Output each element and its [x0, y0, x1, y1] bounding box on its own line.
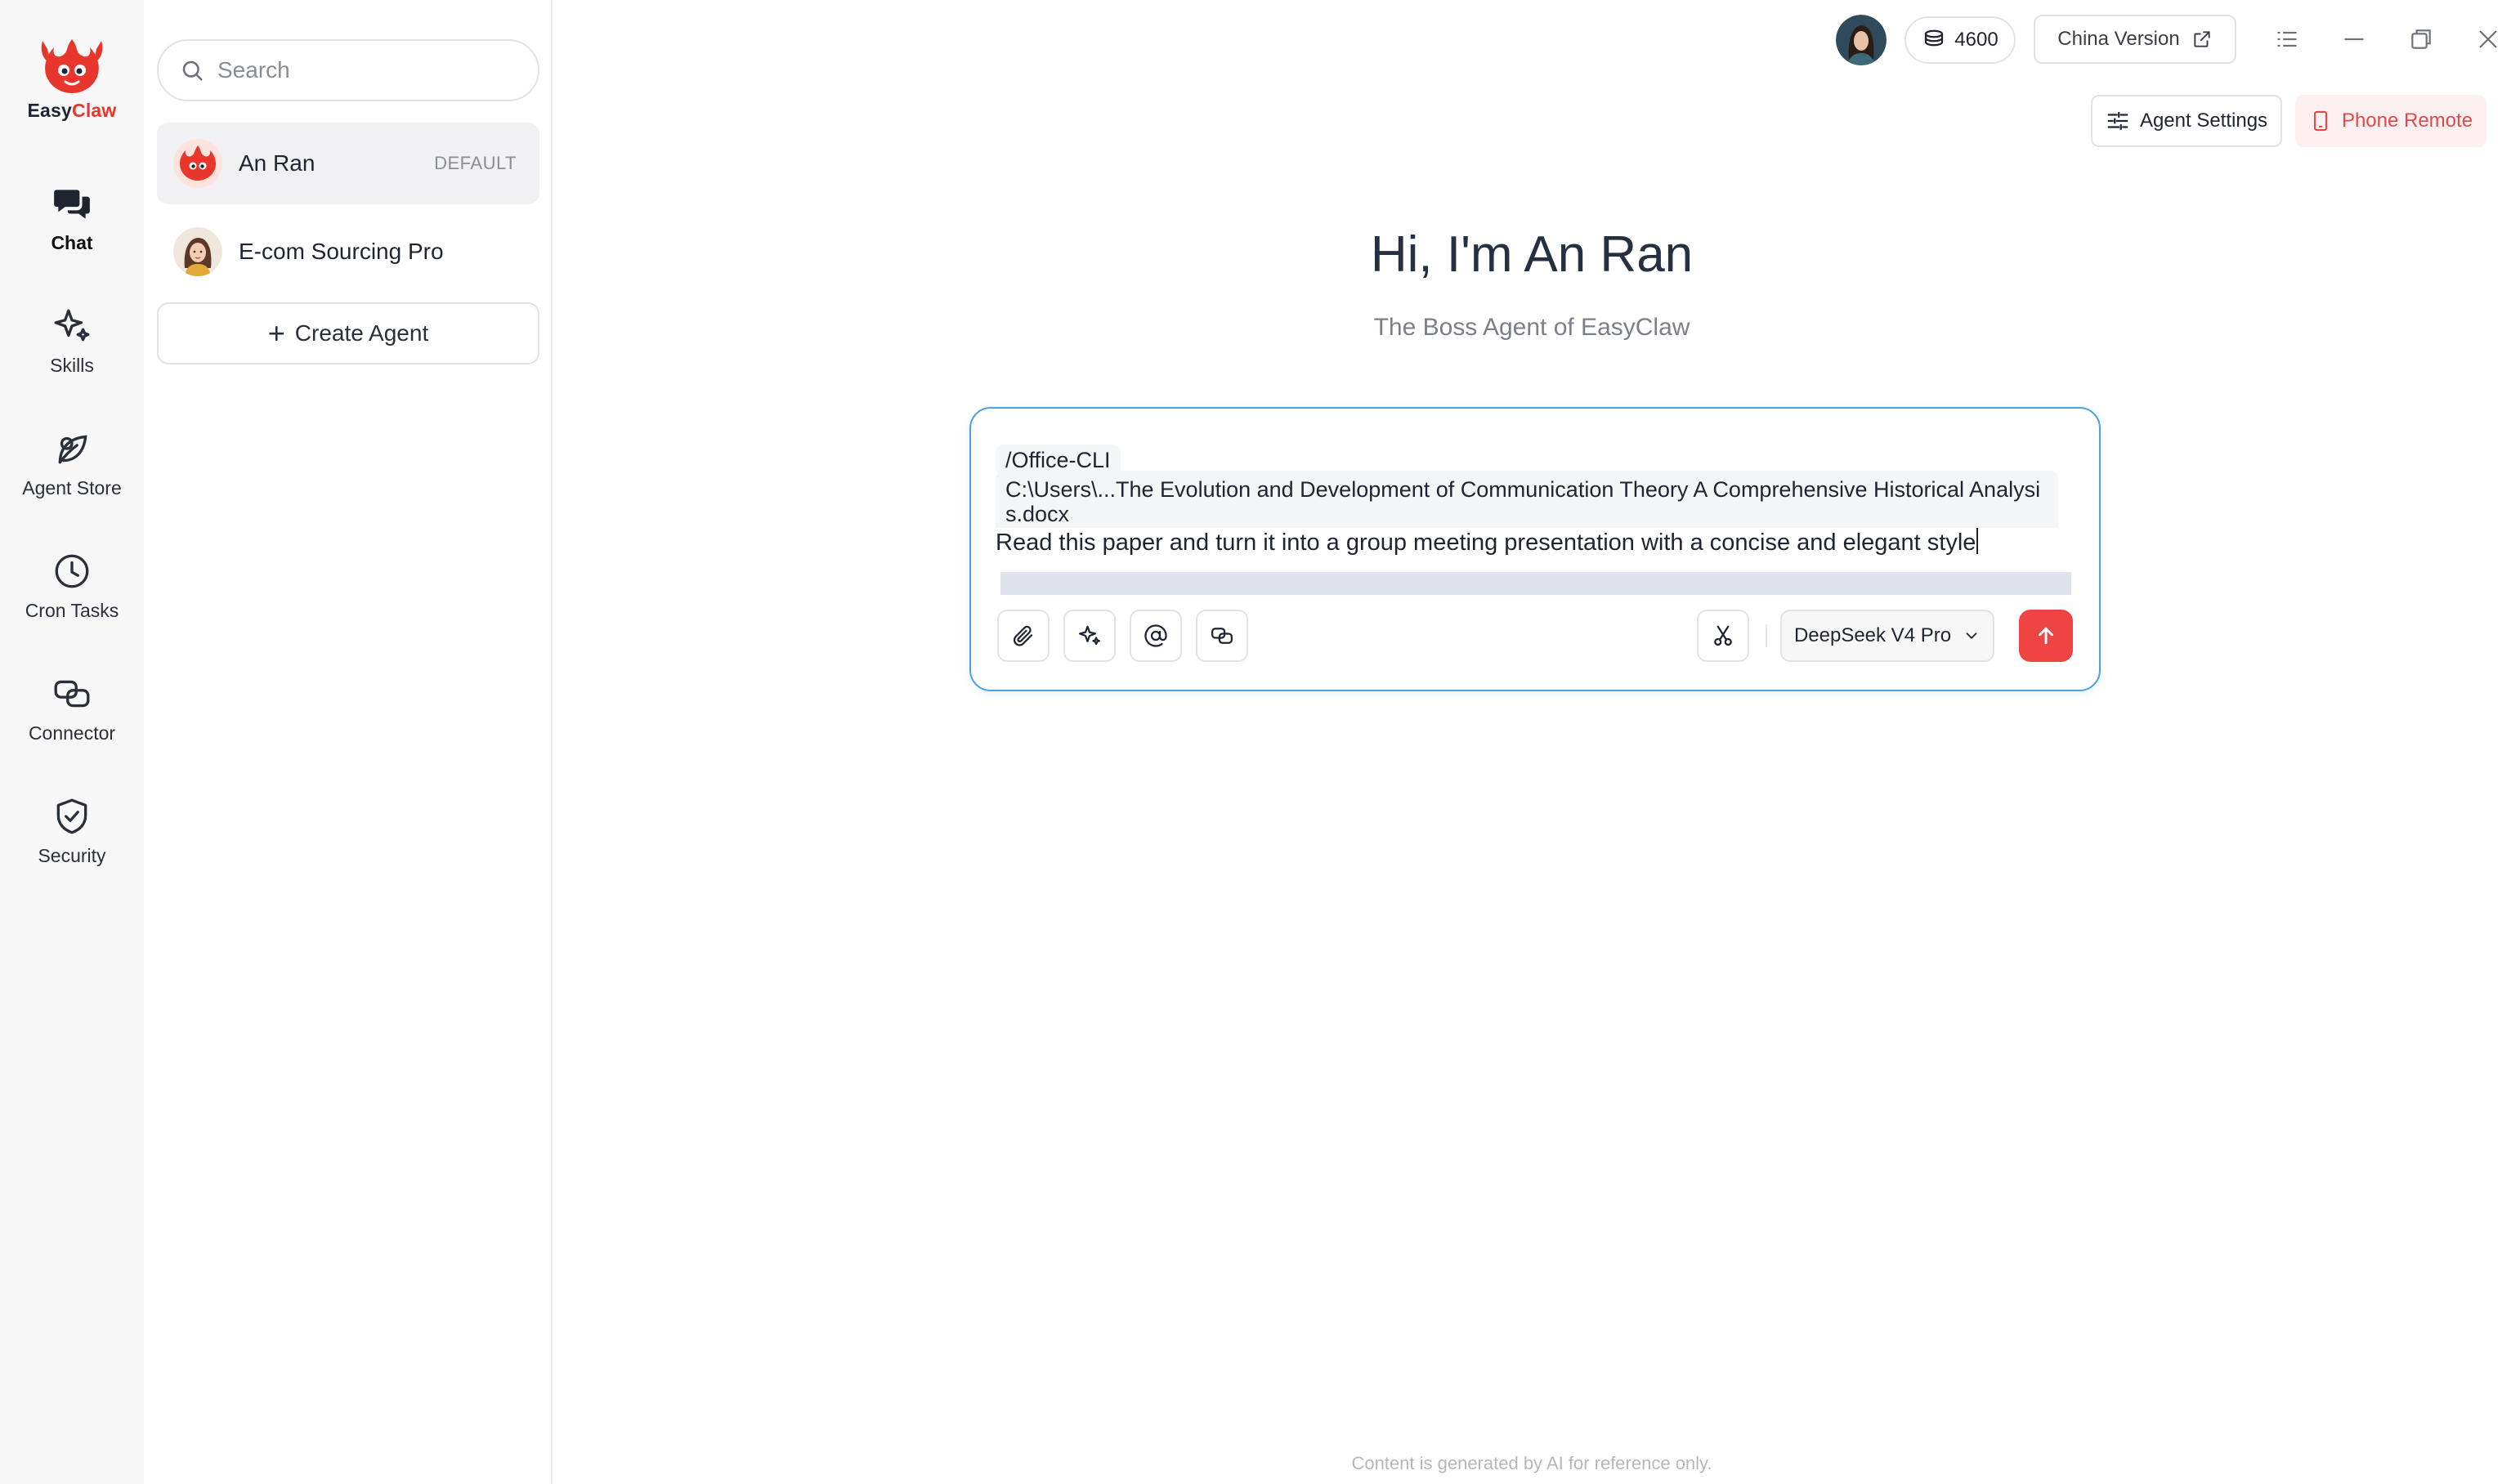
list-menu-icon [2277, 31, 2297, 47]
minimize-icon [2344, 38, 2364, 41]
chevron-down-icon [1966, 632, 1977, 639]
create-agent-button[interactable]: + Create Agent [157, 302, 539, 364]
prompt-text: Read this paper and turn it into a group… [996, 530, 1976, 556]
list-menu-button[interactable] [2266, 18, 2308, 60]
phone-icon [2313, 110, 2327, 132]
scissors-button[interactable] [1697, 610, 1749, 662]
clock-icon [55, 554, 89, 588]
brand[interactable]: EasyClaw [0, 33, 144, 122]
nav-item-skills[interactable]: Skills [0, 306, 144, 377]
coins-stack-icon [1925, 29, 1944, 47]
plus-icon: + [267, 316, 285, 350]
message-composer[interactable]: /Office-CLI C:\Users\...The Evolution an… [969, 407, 2101, 691]
link-icon [54, 680, 90, 708]
nav-item-chat[interactable]: Chat [0, 183, 144, 254]
search-icon [182, 60, 203, 81]
close-button[interactable] [2467, 18, 2509, 60]
nav-item-agent-store[interactable]: Agent Store [0, 428, 144, 499]
model-select[interactable]: DeepSeek V4 Pro [1780, 610, 1994, 662]
model-select-value: DeepSeek V4 Pro [1793, 624, 1952, 646]
search-input[interactable] [217, 57, 512, 83]
restore-window-icon [2411, 29, 2431, 49]
woman-portrait-avatar-icon [173, 227, 222, 276]
sparkle-star-icon [54, 309, 90, 342]
phone-remote-label: Phone Remote [2341, 110, 2473, 132]
agent-name: An Ran [239, 150, 316, 176]
crab-flame-logo-icon [41, 39, 103, 93]
agent-item-ecom-sourcing-pro[interactable]: E-com Sourcing Pro [157, 211, 539, 293]
toolbar-divider [1766, 624, 1767, 647]
default-badge: DEFAULT [434, 153, 517, 173]
leaf-store-icon [58, 435, 87, 464]
greeting-title: Hi, I'm An Ran [1370, 226, 1694, 283]
scissors-icon [1714, 625, 1732, 646]
nav-label-connector: Connector [28, 722, 116, 744]
paperclip-icon [1013, 625, 1033, 646]
left-nav-rail: EasyClaw Chat Skills Agent Store Cron Ta… [0, 0, 144, 1484]
credits-badge[interactable]: 4600 [1905, 16, 2016, 64]
prompt-input[interactable]: Read this paper and turn it into a group… [996, 528, 2075, 557]
nav-item-cron-tasks[interactable]: Cron Tasks [0, 551, 144, 622]
phone-remote-button[interactable]: Phone Remote [2295, 95, 2486, 147]
restore-button[interactable] [2400, 18, 2442, 60]
user-portrait-icon [1836, 15, 1887, 65]
nav-label-agent-store: Agent Store [22, 477, 122, 498]
link-icon [1211, 628, 1233, 644]
at-sign-icon [1144, 624, 1167, 647]
shield-check-icon [56, 798, 87, 834]
nav-item-connector[interactable]: Connector [0, 673, 144, 744]
agent-settings-button[interactable]: Agent Settings [2091, 95, 2282, 147]
nav-label-chat: Chat [51, 232, 93, 253]
crab-flame-avatar-icon [173, 139, 222, 188]
agents-panel: An Ran DEFAULT E-com Sourcing Pro + Crea… [144, 0, 553, 1484]
user-avatar[interactable] [1836, 15, 1887, 65]
create-agent-label: Create Agent [294, 320, 429, 346]
agent-item-an-ran[interactable]: An Ran DEFAULT [157, 123, 539, 204]
sliders-icon [2107, 111, 2128, 131]
text-caret [1976, 528, 1979, 554]
attach-file-button[interactable] [997, 610, 1050, 662]
agent-name: E-com Sourcing Pro [239, 239, 444, 264]
skills-button[interactable] [1063, 610, 1116, 662]
sparkle-icon [1079, 625, 1100, 646]
search-box[interactable] [157, 39, 539, 101]
credits-value: 4600 [1954, 29, 1999, 51]
china-version-label: China Version [2057, 28, 2180, 50]
connector-button[interactable] [1196, 610, 1248, 662]
china-version-button[interactable]: China Version [2034, 15, 2236, 64]
chat-bubbles-icon [54, 190, 90, 219]
ai-disclaimer: Content is generated by AI for reference… [1351, 1453, 1712, 1473]
brand-name: EasyClaw [27, 100, 117, 121]
agent-avatar-ecom-sourcing-pro [173, 227, 222, 276]
nav-label-cron-tasks: Cron Tasks [25, 600, 119, 621]
nav-item-security[interactable]: Security [0, 796, 144, 867]
nav-label-security: Security [38, 845, 106, 866]
greeting-subtitle: The Boss Agent of EasyClaw [1373, 314, 1690, 341]
agent-settings-label: Agent Settings [2139, 110, 2268, 132]
nav-label-skills: Skills [50, 355, 94, 376]
horizontal-scrollbar[interactable] [1000, 572, 2071, 595]
close-icon [2479, 30, 2497, 48]
send-button[interactable] [2019, 610, 2073, 662]
agent-avatar-an-ran [173, 139, 222, 188]
external-link-icon [2194, 31, 2210, 47]
minimize-button[interactable] [2333, 18, 2375, 60]
mention-button[interactable] [1130, 610, 1182, 662]
arrow-up-icon [2039, 627, 2053, 645]
